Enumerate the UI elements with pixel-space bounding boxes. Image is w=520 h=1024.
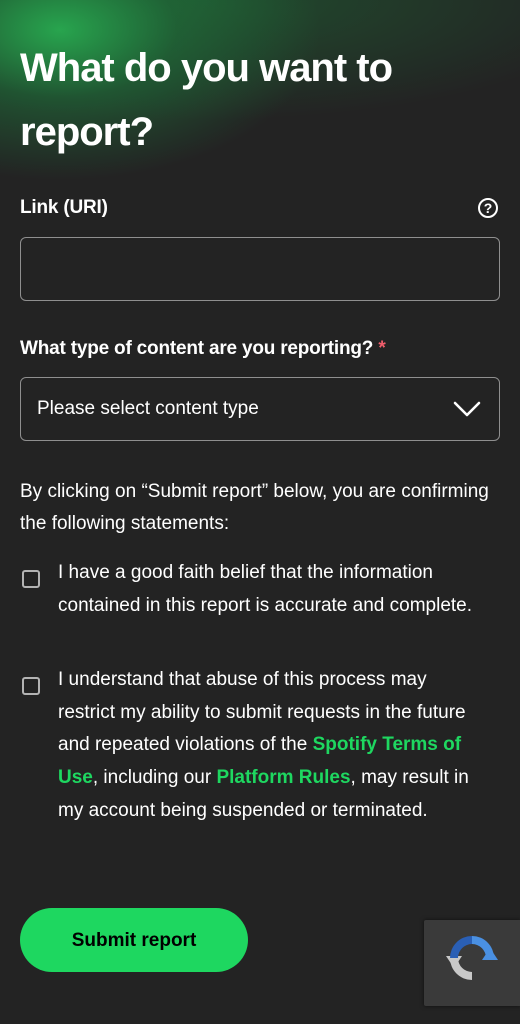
statement-1-text: I have a good faith belief that the info… bbox=[58, 562, 473, 616]
content-type-label-text: What type of content are you reporting? bbox=[20, 338, 374, 359]
content-type-label: What type of content are you reporting? … bbox=[20, 338, 386, 360]
link-field-label: Link (URI) bbox=[20, 197, 108, 218]
platform-rules-link[interactable]: Platform Rules bbox=[216, 767, 350, 788]
link-input[interactable] bbox=[21, 238, 499, 300]
recaptcha-icon bbox=[446, 936, 498, 980]
statement-2-text-part2: , including our bbox=[92, 767, 217, 789]
page-title: What do you want to report? bbox=[20, 46, 393, 154]
link-field[interactable] bbox=[20, 237, 500, 301]
help-icon[interactable]: ? bbox=[478, 198, 498, 218]
statement-2-checkbox[interactable] bbox=[22, 677, 40, 695]
content-type-selected-value: Please select content type bbox=[37, 398, 259, 419]
recaptcha-badge[interactable] bbox=[424, 920, 520, 1006]
content-type-select[interactable]: Please select content type bbox=[20, 377, 500, 441]
submit-report-button[interactable]: Submit report bbox=[20, 908, 248, 972]
chevron-down-icon bbox=[453, 401, 481, 417]
statement-1-checkbox[interactable] bbox=[22, 570, 40, 588]
confirmation-intro: By clicking on “Submit report” below, yo… bbox=[20, 481, 489, 534]
required-marker: * bbox=[378, 338, 386, 359]
statement-2-text: I understand that abuse of this process … bbox=[58, 664, 488, 828]
